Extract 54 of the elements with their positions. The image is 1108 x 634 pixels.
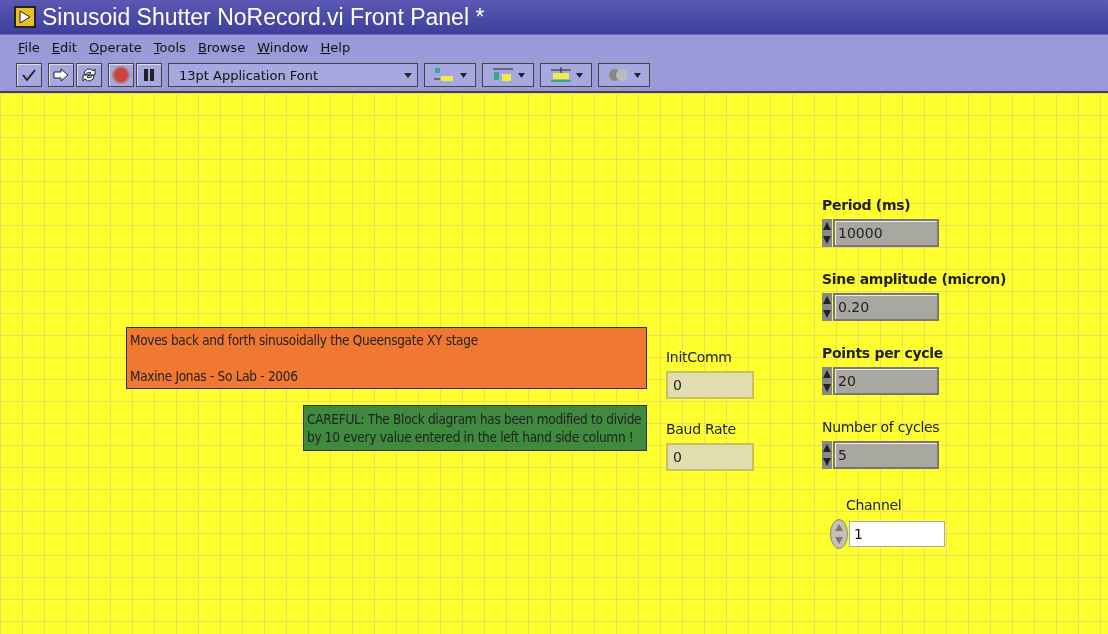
distribute-objects-dropdown[interactable] bbox=[482, 63, 534, 87]
increment-arrows-icon[interactable] bbox=[822, 219, 832, 247]
numeric-field[interactable]: 1 bbox=[849, 521, 945, 547]
menu-item[interactable]: Tools bbox=[153, 39, 186, 55]
control-label: Points per cycle bbox=[822, 345, 945, 361]
menu-item[interactable]: Operate bbox=[88, 39, 142, 55]
reorder-dropdown[interactable] bbox=[598, 63, 650, 87]
resize-objects-dropdown[interactable] bbox=[540, 63, 592, 87]
indicator-field: 0 bbox=[666, 371, 754, 399]
menu-item[interactable]: Help bbox=[320, 39, 351, 55]
increment-arrows-icon[interactable] bbox=[822, 367, 832, 395]
menu-item[interactable]: Browse bbox=[197, 39, 246, 55]
check-button[interactable] bbox=[16, 63, 42, 87]
numeric-field[interactable]: 0.20 bbox=[833, 293, 939, 321]
pause-icon bbox=[143, 68, 155, 82]
numeric-field[interactable]: 5 bbox=[833, 441, 939, 469]
numeric-field[interactable]: 20 bbox=[833, 367, 939, 395]
caret-icon bbox=[632, 71, 642, 79]
control-label: Channel bbox=[845, 497, 903, 513]
numeric-field[interactable]: 10000 bbox=[833, 219, 939, 247]
distribute-icon bbox=[490, 67, 515, 83]
reorder-icon bbox=[606, 67, 631, 83]
control-label: Period (ms) bbox=[822, 197, 912, 213]
note-text: Maxine Jonas - So Lab - 2006 bbox=[130, 368, 299, 384]
menu-item[interactable]: File bbox=[18, 39, 40, 55]
note-text: Moves back and forth sinusoidally the Queensgate XY stage bbox=[130, 332, 479, 348]
window-title: Sinusoid Shutter NoRecord.vi Front Panel * bbox=[42, 3, 485, 31]
app-icon bbox=[14, 6, 36, 28]
stop-sign-icon bbox=[112, 66, 130, 84]
caret-icon bbox=[403, 71, 413, 79]
run-button[interactable] bbox=[48, 63, 74, 87]
abort-button[interactable] bbox=[108, 63, 134, 87]
indicator-field: 0 bbox=[666, 443, 754, 471]
indicator-label: InitComm bbox=[666, 349, 733, 365]
indicator-label: Baud Rate bbox=[666, 421, 737, 437]
note-text: CAREFUL: The Block diagram has been modified to divide by 10 every value entered in the left hand side column ! bbox=[307, 411, 642, 445]
caret-icon bbox=[516, 71, 526, 79]
resize-icon bbox=[548, 67, 573, 83]
menu-item[interactable]: Edit bbox=[51, 39, 77, 55]
run-continuously-button[interactable] bbox=[76, 63, 102, 87]
loop-arrows-icon bbox=[81, 67, 97, 83]
increment-arrows-icon[interactable] bbox=[822, 441, 832, 469]
align-objects-dropdown[interactable] bbox=[424, 63, 476, 87]
increment-arrows-icon[interactable] bbox=[822, 293, 832, 321]
font-dropdown[interactable]: 13pt Application Font bbox=[168, 63, 418, 87]
control-label: Sine amplitude (micron) bbox=[822, 271, 1006, 287]
caret-icon bbox=[574, 71, 584, 79]
menu-item[interactable]: Window bbox=[257, 39, 309, 55]
caret-icon bbox=[458, 71, 468, 79]
pause-button[interactable] bbox=[136, 63, 162, 87]
checkmark-icon bbox=[21, 68, 37, 82]
arrow-icon bbox=[53, 68, 69, 82]
control-label: Number of cycles bbox=[822, 419, 941, 435]
spinner-icon[interactable] bbox=[830, 519, 848, 549]
